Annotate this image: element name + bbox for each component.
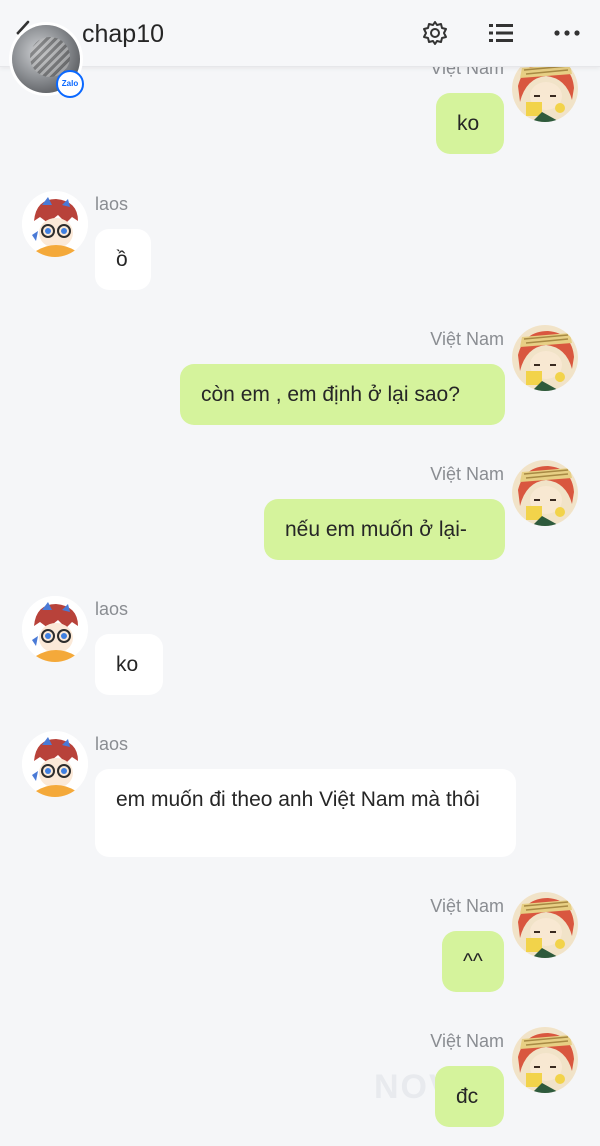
sender-name: Việt Nam	[430, 896, 504, 916]
message-bubble[interactable]: ko	[436, 93, 504, 154]
list-menu-icon[interactable]	[486, 18, 516, 48]
message-bubble[interactable]: còn em , em định ở lại sao?	[180, 364, 505, 425]
more-options-icon[interactable]	[552, 18, 582, 48]
settings-gear-icon[interactable]	[420, 18, 450, 48]
vietnam-avatar[interactable]	[512, 460, 578, 526]
message-bubble[interactable]: em muốn đi theo anh Việt Nam mà thôi	[95, 769, 516, 857]
laos-avatar[interactable]	[22, 731, 88, 797]
sender-name: Việt Nam	[430, 329, 504, 349]
sender-name: Việt Nam	[430, 1031, 504, 1051]
vietnam-avatar[interactable]	[512, 1027, 578, 1093]
sender-name: laos	[95, 734, 129, 754]
message-bubble[interactable]: ồ	[95, 229, 151, 290]
conversation-title: chap10	[82, 20, 165, 48]
laos-avatar[interactable]	[22, 596, 88, 662]
sender-name: laos	[95, 599, 129, 619]
message-bubble[interactable]: nếu em muốn ở lại-	[264, 499, 505, 560]
vietnam-avatar[interactable]	[512, 892, 578, 958]
sender-name: laos	[95, 194, 129, 214]
message-bubble[interactable]: đc	[435, 1066, 504, 1127]
zalo-badge-icon: Zalo	[56, 70, 84, 98]
sender-name: Việt Nam	[430, 464, 504, 484]
vietnam-avatar[interactable]	[512, 325, 578, 391]
chat-header: chap10	[0, 0, 600, 67]
message-bubble[interactable]: ^^	[442, 931, 504, 992]
laos-avatar[interactable]	[22, 191, 88, 257]
message-bubble[interactable]: ko	[95, 634, 163, 695]
